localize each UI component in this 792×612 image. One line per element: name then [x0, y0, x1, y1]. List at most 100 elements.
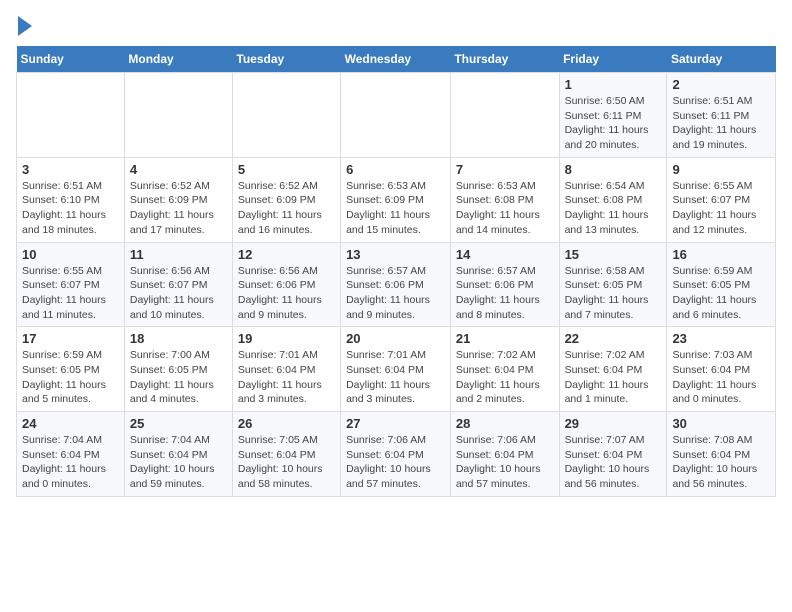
calendar-cell: 22 Sunrise: 7:02 AM Sunset: 6:04 PM Dayli…	[559, 327, 667, 412]
day-number: 25	[130, 416, 227, 431]
day-number: 5	[238, 162, 335, 177]
day-number: 2	[672, 77, 770, 92]
day-number: 1	[565, 77, 662, 92]
logo	[16, 16, 32, 36]
calendar-cell	[17, 73, 125, 158]
calendar-cell: 3 Sunrise: 6:51 AM Sunset: 6:10 PM Daylig…	[17, 157, 125, 242]
day-number: 21	[456, 331, 554, 346]
day-number: 6	[346, 162, 445, 177]
calendar-cell: 10 Sunrise: 6:55 AM Sunset: 6:07 PM Dayli…	[17, 242, 125, 327]
day-info: Sunrise: 7:02 AM Sunset: 6:04 PM Dayligh…	[565, 348, 662, 407]
day-number: 16	[672, 247, 770, 262]
calendar-table: SundayMondayTuesdayWednesdayThursdayFrid…	[16, 46, 776, 497]
day-info: Sunrise: 6:59 AM Sunset: 6:05 PM Dayligh…	[22, 348, 119, 407]
day-number: 18	[130, 331, 227, 346]
day-info: Sunrise: 6:57 AM Sunset: 6:06 PM Dayligh…	[456, 264, 554, 323]
day-info: Sunrise: 6:56 AM Sunset: 6:06 PM Dayligh…	[238, 264, 335, 323]
day-info: Sunrise: 7:03 AM Sunset: 6:04 PM Dayligh…	[672, 348, 770, 407]
calendar-cell: 13 Sunrise: 6:57 AM Sunset: 6:06 PM Dayli…	[341, 242, 451, 327]
calendar-cell: 6Sunrise: 6:53 AM Sunset: 6:09 PM Daylig…	[341, 157, 451, 242]
day-info: Sunrise: 6:52 AM Sunset: 6:09 PM Dayligh…	[130, 179, 227, 238]
day-number: 13	[346, 247, 445, 262]
day-info: Sunrise: 7:01 AM Sunset: 6:04 PM Dayligh…	[346, 348, 445, 407]
day-number: 20	[346, 331, 445, 346]
logo-arrow-icon	[18, 16, 32, 36]
day-number: 9	[672, 162, 770, 177]
calendar-cell: 18 Sunrise: 7:00 AM Sunset: 6:05 PM Dayli…	[124, 327, 232, 412]
day-info: Sunrise: 6:52 AM Sunset: 6:09 PM Dayligh…	[238, 179, 335, 238]
day-number: 26	[238, 416, 335, 431]
calendar-cell: 25 Sunrise: 7:04 AM Sunset: 6:04 PM Dayli…	[124, 412, 232, 497]
calendar-cell: 28 Sunrise: 7:06 AM Sunset: 6:04 PM Dayli…	[450, 412, 559, 497]
calendar-cell: 17 Sunrise: 6:59 AM Sunset: 6:05 PM Dayli…	[17, 327, 125, 412]
day-info: Sunrise: 6:59 AM Sunset: 6:05 PM Dayligh…	[672, 264, 770, 323]
day-number: 10	[22, 247, 119, 262]
day-info: Sunrise: 7:06 AM Sunset: 6:04 PM Dayligh…	[456, 433, 554, 492]
calendar-cell: 30Sunrise: 7:08 AM Sunset: 6:04 PM Dayli…	[667, 412, 776, 497]
calendar-cell: 12 Sunrise: 6:56 AM Sunset: 6:06 PM Dayli…	[232, 242, 340, 327]
day-info: Sunrise: 7:04 AM Sunset: 6:04 PM Dayligh…	[22, 433, 119, 492]
calendar-cell: 16 Sunrise: 6:59 AM Sunset: 6:05 PM Dayli…	[667, 242, 776, 327]
day-number: 24	[22, 416, 119, 431]
calendar-cell	[450, 73, 559, 158]
calendar-cell: 20 Sunrise: 7:01 AM Sunset: 6:04 PM Dayli…	[341, 327, 451, 412]
day-info: Sunrise: 6:57 AM Sunset: 6:06 PM Dayligh…	[346, 264, 445, 323]
day-number: 7	[456, 162, 554, 177]
calendar-cell	[341, 73, 451, 158]
calendar-cell: 21 Sunrise: 7:02 AM Sunset: 6:04 PM Dayli…	[450, 327, 559, 412]
page-header	[16, 16, 776, 36]
day-number: 27	[346, 416, 445, 431]
day-number: 28	[456, 416, 554, 431]
calendar-cell: 9 Sunrise: 6:55 AM Sunset: 6:07 PM Daylig…	[667, 157, 776, 242]
day-number: 23	[672, 331, 770, 346]
calendar-week-5: 24 Sunrise: 7:04 AM Sunset: 6:04 PM Dayli…	[17, 412, 776, 497]
calendar-week-3: 10 Sunrise: 6:55 AM Sunset: 6:07 PM Dayli…	[17, 242, 776, 327]
weekday-header-thursday: Thursday	[450, 46, 559, 73]
day-info: Sunrise: 6:51 AM Sunset: 6:10 PM Dayligh…	[22, 179, 119, 238]
day-info: Sunrise: 7:02 AM Sunset: 6:04 PM Dayligh…	[456, 348, 554, 407]
day-number: 17	[22, 331, 119, 346]
day-info: Sunrise: 7:07 AM Sunset: 6:04 PM Dayligh…	[565, 433, 662, 492]
calendar-cell: 29 Sunrise: 7:07 AM Sunset: 6:04 PM Dayli…	[559, 412, 667, 497]
day-info: Sunrise: 7:06 AM Sunset: 6:04 PM Dayligh…	[346, 433, 445, 492]
calendar-cell: 27 Sunrise: 7:06 AM Sunset: 6:04 PM Dayli…	[341, 412, 451, 497]
calendar-cell	[124, 73, 232, 158]
day-number: 14	[456, 247, 554, 262]
day-info: Sunrise: 7:08 AM Sunset: 6:04 PM Dayligh…	[672, 433, 770, 492]
day-number: 3	[22, 162, 119, 177]
day-info: Sunrise: 6:53 AM Sunset: 6:08 PM Dayligh…	[456, 179, 554, 238]
calendar-week-2: 3 Sunrise: 6:51 AM Sunset: 6:10 PM Daylig…	[17, 157, 776, 242]
calendar-cell: 1 Sunrise: 6:50 AM Sunset: 6:11 PM Daylig…	[559, 73, 667, 158]
day-info: Sunrise: 6:56 AM Sunset: 6:07 PM Dayligh…	[130, 264, 227, 323]
calendar-week-1: 1 Sunrise: 6:50 AM Sunset: 6:11 PM Daylig…	[17, 73, 776, 158]
weekday-header-tuesday: Tuesday	[232, 46, 340, 73]
day-number: 29	[565, 416, 662, 431]
day-number: 4	[130, 162, 227, 177]
day-info: Sunrise: 7:01 AM Sunset: 6:04 PM Dayligh…	[238, 348, 335, 407]
calendar-cell: 2 Sunrise: 6:51 AM Sunset: 6:11 PM Daylig…	[667, 73, 776, 158]
day-info: Sunrise: 6:54 AM Sunset: 6:08 PM Dayligh…	[565, 179, 662, 238]
day-info: Sunrise: 7:04 AM Sunset: 6:04 PM Dayligh…	[130, 433, 227, 492]
weekday-header-monday: Monday	[124, 46, 232, 73]
calendar-cell: 24 Sunrise: 7:04 AM Sunset: 6:04 PM Dayli…	[17, 412, 125, 497]
calendar-cell	[232, 73, 340, 158]
day-number: 15	[565, 247, 662, 262]
day-number: 19	[238, 331, 335, 346]
calendar-cell: 19 Sunrise: 7:01 AM Sunset: 6:04 PM Dayli…	[232, 327, 340, 412]
calendar-cell: 11 Sunrise: 6:56 AM Sunset: 6:07 PM Dayli…	[124, 242, 232, 327]
day-info: Sunrise: 6:55 AM Sunset: 6:07 PM Dayligh…	[22, 264, 119, 323]
calendar-cell: 23 Sunrise: 7:03 AM Sunset: 6:04 PM Dayli…	[667, 327, 776, 412]
calendar-cell: 5 Sunrise: 6:52 AM Sunset: 6:09 PM Daylig…	[232, 157, 340, 242]
day-number: 11	[130, 247, 227, 262]
calendar-cell: 26Sunrise: 7:05 AM Sunset: 6:04 PM Dayli…	[232, 412, 340, 497]
day-info: Sunrise: 6:55 AM Sunset: 6:07 PM Dayligh…	[672, 179, 770, 238]
day-info: Sunrise: 6:51 AM Sunset: 6:11 PM Dayligh…	[672, 94, 770, 153]
day-info: Sunrise: 7:00 AM Sunset: 6:05 PM Dayligh…	[130, 348, 227, 407]
calendar-cell: 4 Sunrise: 6:52 AM Sunset: 6:09 PM Daylig…	[124, 157, 232, 242]
weekday-header-saturday: Saturday	[667, 46, 776, 73]
day-info: Sunrise: 6:50 AM Sunset: 6:11 PM Dayligh…	[565, 94, 662, 153]
day-number: 12	[238, 247, 335, 262]
day-number: 22	[565, 331, 662, 346]
day-info: Sunrise: 6:58 AM Sunset: 6:05 PM Dayligh…	[565, 264, 662, 323]
calendar-cell: 15 Sunrise: 6:58 AM Sunset: 6:05 PM Dayli…	[559, 242, 667, 327]
